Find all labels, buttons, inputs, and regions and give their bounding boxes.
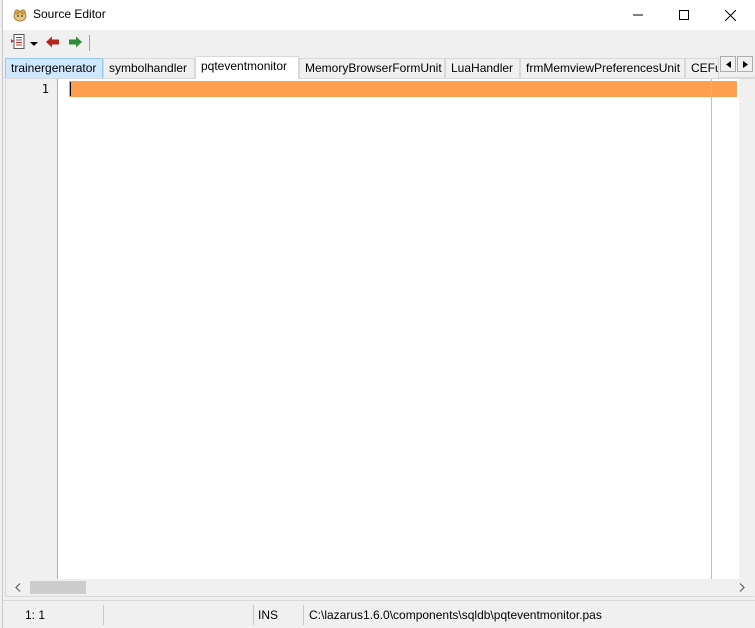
lazarus-icon: [12, 7, 28, 23]
line-number-gutter: 1: [6, 79, 58, 579]
triangle-left-icon: [725, 57, 731, 71]
file-path: C:\lazarus1.6.0\components\sqldb\pqteven…: [309, 608, 602, 622]
chevron-down-icon: [30, 36, 38, 50]
scroll-right-button[interactable]: [734, 579, 750, 596]
tab-pqteventmonitor[interactable]: pqteventmonitor: [195, 56, 299, 79]
code-text-area[interactable]: [59, 79, 739, 579]
cursor-position: 1: 1: [25, 608, 46, 622]
arrow-right-icon: [68, 36, 82, 51]
jump-forward-button[interactable]: [65, 34, 85, 52]
current-line-highlight: [69, 81, 737, 97]
file-tabs: trainergenerator symbolhandler pqteventm…: [3, 56, 755, 79]
tab-frmmemviewpreferencesunit[interactable]: frmMemviewPreferencesUnit: [520, 58, 685, 78]
horizontal-scroll-thumb[interactable]: [30, 581, 86, 594]
line-number: 1: [41, 82, 49, 96]
minimize-button[interactable]: [615, 0, 661, 30]
close-icon: [724, 9, 736, 21]
tab-scroll-left-button[interactable]: [720, 56, 736, 72]
tab-label: frmMemviewPreferencesUnit: [526, 61, 681, 75]
chevron-left-icon: [15, 581, 21, 595]
tab-luahandler[interactable]: LuaHandler: [445, 58, 520, 78]
maximize-icon: [679, 10, 689, 20]
tab-label: pqteventmonitor: [201, 59, 288, 73]
tab-trainergenerator[interactable]: trainergenerator: [5, 58, 103, 78]
tab-cefu[interactable]: CEFu: [685, 58, 719, 78]
minimize-icon: [633, 10, 643, 20]
right-margin-line: [711, 79, 712, 579]
status-divider: [103, 605, 104, 625]
tab-label: CEFu: [691, 61, 719, 75]
close-button[interactable]: [707, 0, 753, 30]
vertical-scrollbar[interactable]: [739, 79, 754, 579]
tab-memorybrowserformunit[interactable]: MemoryBrowserFormUnit: [299, 58, 445, 78]
code-editor[interactable]: 1: [5, 78, 754, 597]
window-title: Source Editor: [33, 7, 106, 21]
jump-back-button[interactable]: [43, 34, 63, 52]
text-caret: [70, 82, 71, 96]
tab-label: MemoryBrowserFormUnit: [305, 61, 442, 75]
tab-scroll-right-button[interactable]: [737, 56, 753, 72]
chevron-right-icon: [739, 581, 745, 595]
arrow-left-icon: [46, 36, 60, 51]
triangle-right-icon: [742, 57, 748, 71]
maximize-button[interactable]: [661, 0, 707, 30]
toolbar-separator: [89, 35, 90, 51]
tab-label: LuaHandler: [451, 61, 514, 75]
status-divider: [303, 605, 304, 625]
tab-symbolhandler[interactable]: symbolhandler: [103, 58, 195, 78]
insert-mode: INS: [258, 608, 279, 622]
status-bar: 1: 1 INS C:\lazarus1.6.0\components\sqld…: [3, 600, 755, 628]
tab-label: trainergenerator: [11, 61, 97, 75]
toolbar: [3, 30, 755, 56]
horizontal-scrollbar[interactable]: [6, 579, 754, 596]
document-list-icon: [10, 33, 28, 54]
source-menu-button[interactable]: [7, 33, 41, 54]
source-editor-window: Source Editor trainergenerator symbolhan…: [2, 0, 755, 628]
scroll-left-button[interactable]: [10, 579, 26, 596]
title-bar: Source Editor: [3, 0, 755, 30]
tab-label: symbolhandler: [109, 61, 188, 75]
